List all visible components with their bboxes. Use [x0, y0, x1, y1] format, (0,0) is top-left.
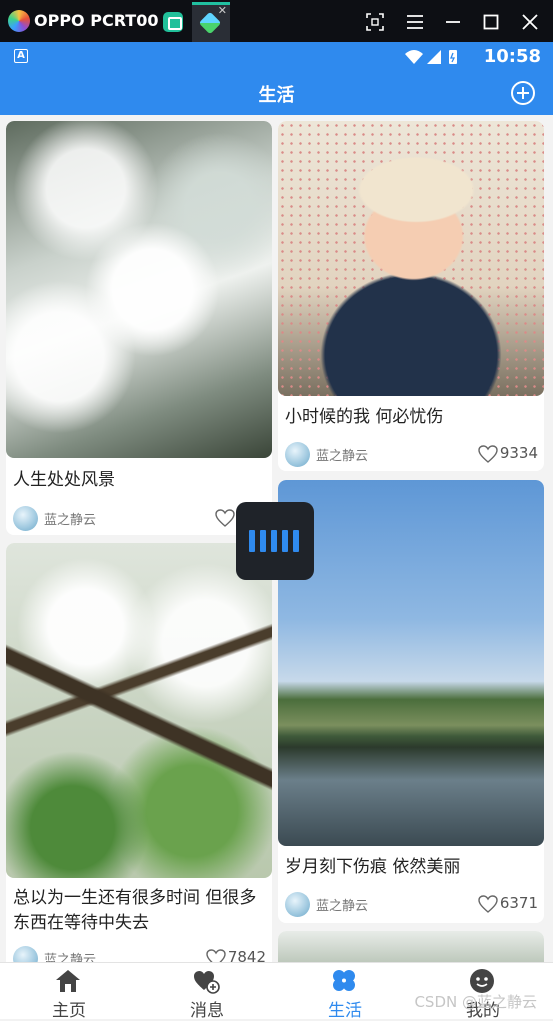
heart-icon — [206, 948, 226, 962]
feed-card[interactable] — [278, 931, 544, 962]
avatar — [285, 892, 310, 917]
audio-bars-icon — [249, 530, 301, 552]
app-logo-icon — [8, 10, 30, 32]
add-circle-icon[interactable] — [511, 81, 535, 105]
feed-card[interactable]: 总以为一生还有很多时间 但很多东西在等待中失去 蓝之静云 7842 — [6, 543, 272, 962]
nav-home[interactable]: 主页 — [0, 963, 138, 1021]
card-photo[interactable] — [6, 121, 272, 458]
card-author[interactable]: 蓝之静云 — [285, 442, 368, 468]
tab-close-icon[interactable]: ✕ — [218, 4, 227, 17]
screenshot-icon[interactable] — [360, 8, 390, 36]
avatar — [13, 946, 38, 962]
watermark: CSDN @蓝之静云 — [414, 993, 537, 1011]
nav-messages[interactable]: 消息 — [138, 963, 276, 1021]
card-caption: 人生处处风景 — [13, 470, 115, 490]
card-author[interactable]: 蓝之静云 — [285, 892, 368, 918]
card-caption: 小时候的我 何必忧伤 — [285, 407, 444, 427]
active-tab[interactable]: ✕ — [192, 2, 230, 42]
window-title-bar: OPPO PCRT00 ✕ — [0, 0, 553, 42]
nav-life[interactable]: 生活 — [276, 963, 414, 1021]
menu-icon[interactable] — [400, 8, 430, 36]
feed-card[interactable]: 人生处处风景 蓝之静云 368 — [6, 121, 272, 535]
avatar — [13, 506, 38, 531]
home-icon — [56, 970, 80, 992]
page-title: 生活 — [258, 85, 295, 106]
window-title: OPPO PCRT00 — [34, 11, 159, 30]
avatar — [285, 442, 310, 467]
system-status-icons — [405, 50, 457, 64]
heart-message-icon — [194, 971, 220, 994]
heart-icon — [215, 508, 236, 527]
card-photo[interactable] — [278, 480, 544, 846]
clover-icon — [333, 970, 355, 991]
card-author[interactable]: 蓝之静云 — [13, 506, 96, 532]
card-photo[interactable] — [278, 121, 544, 396]
card-caption: 总以为一生还有很多时间 但很多东西在等待中失去 — [13, 888, 257, 933]
like-button[interactable]: 7842 — [206, 944, 266, 962]
maximize-icon[interactable] — [476, 8, 506, 36]
heart-icon — [478, 444, 498, 463]
close-icon[interactable] — [515, 8, 545, 36]
status-time: 10:58 — [483, 46, 541, 67]
heart-icon — [478, 894, 498, 913]
feed-card[interactable]: 小时候的我 何必忧伤 蓝之静云 9334 — [278, 121, 544, 471]
card-photo[interactable] — [6, 543, 272, 878]
card-caption: 岁月刻下伤痕 依然美丽 — [285, 857, 461, 877]
home-tab-icon[interactable] — [163, 12, 183, 32]
floating-audio-widget[interactable] — [236, 502, 314, 580]
feed-card[interactable]: 岁月刻下伤痕 依然美丽 蓝之静云 6371 — [278, 480, 544, 923]
notification-a-icon: A — [14, 49, 28, 63]
like-button[interactable]: 9334 — [478, 440, 538, 466]
card-author[interactable]: 蓝之静云 — [13, 946, 96, 962]
status-bar: A 10:58 — [0, 42, 553, 72]
app-bar: 生活 — [0, 72, 553, 115]
card-photo[interactable] — [278, 931, 544, 962]
minimize-icon[interactable] — [438, 8, 468, 36]
like-button[interactable]: 6371 — [478, 890, 538, 916]
